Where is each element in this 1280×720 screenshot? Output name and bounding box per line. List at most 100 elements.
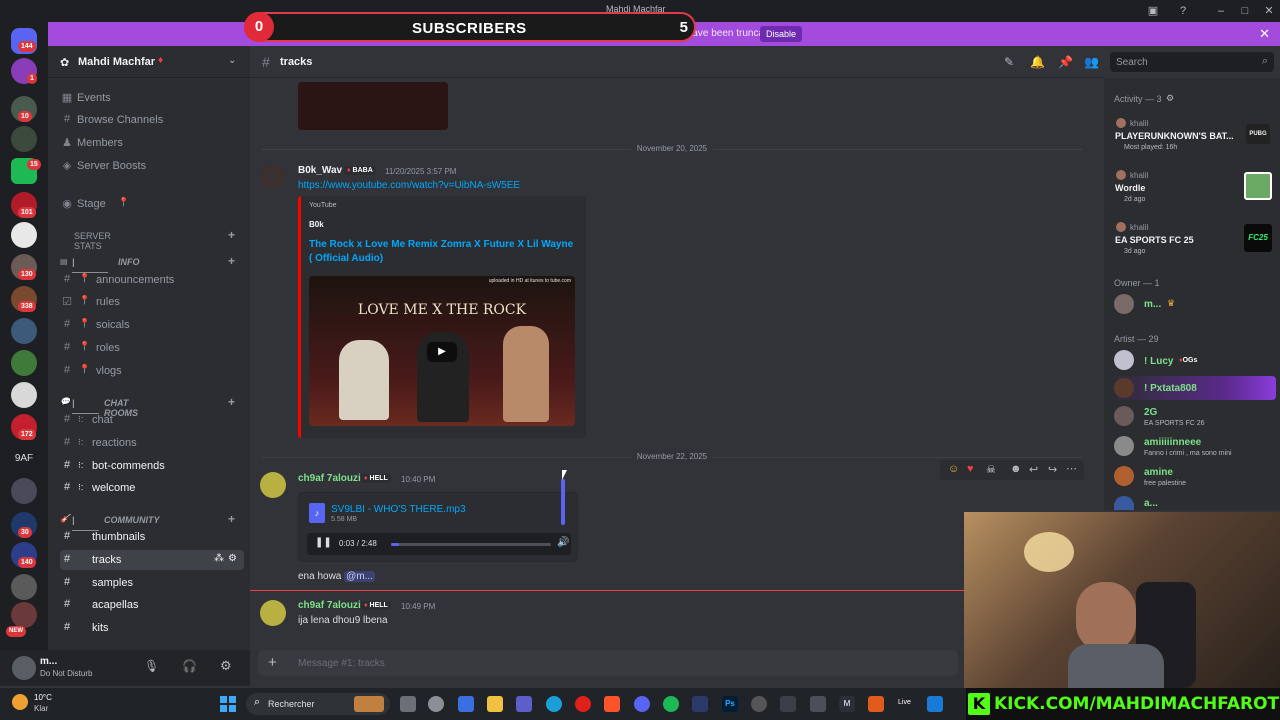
opera-browser-icon[interactable] (575, 696, 591, 712)
channel-vlogs[interactable]: # 📍 vlogs (60, 361, 244, 381)
avatar[interactable] (260, 164, 286, 190)
live-app-label[interactable]: Live (898, 699, 911, 706)
edge-browser-icon[interactable] (546, 696, 562, 712)
member-name[interactable]: m... (1144, 299, 1161, 310)
file-explorer-icon[interactable] (487, 696, 503, 712)
server-icon[interactable] (11, 478, 37, 504)
embed-title[interactable]: The Rock x Love Me Remix Zomra X Future … (309, 238, 579, 266)
server-icon[interactable] (11, 318, 37, 344)
search-input[interactable]: Search ⌕ (1110, 52, 1274, 72)
member-name[interactable]: 2G (1144, 407, 1157, 418)
microphone-icon[interactable]: 🎙 (144, 659, 159, 673)
nav-browse-channels[interactable]: # Browse Channels (60, 110, 244, 130)
member-name[interactable]: a... (1144, 498, 1158, 509)
nav-stage[interactable]: ◉ Stage 📍 (60, 194, 244, 214)
avatar[interactable] (1114, 294, 1134, 314)
add-channel-icon[interactable]: + (228, 254, 235, 268)
attach-plus-icon[interactable]: + (268, 654, 277, 671)
youtube-link[interactable]: https://www.youtube.com/watch?v=UibNA-sW… (298, 180, 520, 191)
nav-events[interactable]: ▦ Events (60, 88, 244, 108)
activity-card[interactable]: khalil EA SPORTS FC 25 3d ago FC25 (1110, 220, 1274, 264)
teams-app-icon[interactable] (516, 696, 532, 712)
more-options-icon[interactable]: ⋯ (1066, 462, 1077, 475)
volume-slider[interactable] (561, 479, 565, 525)
channel-chat[interactable]: # ⁝: chat (60, 410, 244, 430)
add-channel-icon[interactable]: + (228, 228, 235, 242)
emoji-reaction-icon[interactable]: ☺ (948, 463, 959, 475)
channel-tracks[interactable]: # tracks ⁂ ⚙ (60, 550, 244, 570)
reply-icon[interactable]: ↩ (1029, 463, 1038, 476)
discord-app-icon[interactable] (634, 696, 650, 712)
play-icon[interactable]: ▶ (427, 342, 457, 362)
message-author[interactable]: ch9af 7alouzi (298, 600, 361, 611)
app-icon[interactable] (780, 696, 796, 712)
close-banner-icon[interactable]: ✕ (1259, 26, 1270, 42)
member-name[interactable]: ! Pxtata808 (1144, 383, 1197, 394)
server-icon[interactable] (11, 574, 37, 600)
channel-samples[interactable]: # samples (60, 573, 244, 593)
settings-app-icon[interactable] (428, 696, 444, 712)
member-list-icon[interactable]: 👥 (1084, 55, 1099, 69)
weather-icon[interactable] (12, 694, 28, 710)
heart-reaction-icon[interactable]: ♥ (967, 463, 974, 475)
help-icon[interactable]: ? (1174, 3, 1192, 19)
channel-announcements[interactable]: # 📍 announcements (60, 270, 244, 290)
server-icon[interactable] (11, 222, 37, 248)
channel-bot-commends[interactable]: # ⁝: bot-commends (60, 456, 244, 476)
channel-welcome[interactable]: # ⁝: welcome (60, 478, 244, 498)
avatar[interactable] (1114, 436, 1134, 456)
previous-attachment-preview[interactable] (298, 82, 448, 130)
settings-gear-icon[interactable]: ⚙ (228, 553, 237, 564)
server-icon[interactable] (11, 126, 37, 152)
add-reaction-icon[interactable]: ☻ (1010, 463, 1022, 475)
activity-card[interactable]: khalil PLAYERUNKNOWN'S BAT... Most playe… (1110, 116, 1274, 160)
pinned-messages-icon[interactable]: 📌 (1058, 55, 1073, 69)
fl-studio-app-icon[interactable] (868, 696, 884, 712)
nav-server-boosts[interactable]: ◈ Server Boosts (60, 156, 244, 176)
forward-icon[interactable]: ↪ (1048, 463, 1057, 476)
user-mention[interactable]: @m... (344, 571, 375, 582)
avatar[interactable] (12, 656, 36, 680)
avatar[interactable] (1114, 466, 1134, 486)
user-settings-icon[interactable]: ⚙ (220, 658, 232, 674)
channel-roles[interactable]: # 📍 roles (60, 338, 244, 358)
activity-card[interactable]: khalil Wordle 2d ago (1110, 168, 1274, 212)
avatar[interactable] (1114, 350, 1134, 370)
task-view-icon[interactable] (400, 696, 416, 712)
app-icon[interactable] (927, 696, 943, 712)
avatar[interactable] (1114, 406, 1134, 426)
member-name[interactable]: amine (1144, 467, 1173, 478)
server-text-icon[interactable]: 9AF (11, 446, 37, 472)
channel-thumbnails[interactable]: # thumbnails (60, 527, 244, 547)
channel-reactions[interactable]: # ⁝: reactions (60, 433, 244, 453)
channel-acapellas[interactable]: # acapellas (60, 595, 244, 615)
message-author[interactable]: B0k_Wav (298, 165, 342, 176)
avatar[interactable] (260, 472, 286, 498)
skull-reaction-icon[interactable]: ☠ (986, 463, 996, 476)
message-author[interactable]: ch9af 7alouzi (298, 473, 361, 484)
member-name[interactable]: amiiiiinneee (1144, 437, 1201, 448)
windows-start-icon[interactable] (220, 696, 236, 712)
guild-header[interactable]: ✿ Mahdi Machfar ♦ ⌄ (48, 46, 250, 78)
app-icon[interactable] (751, 696, 767, 712)
pause-icon[interactable]: ❚❚ (315, 537, 332, 548)
copilot-app-icon[interactable] (458, 696, 474, 712)
disable-streamer-mode-button[interactable]: Disable (760, 26, 802, 42)
channel-rules[interactable]: ☑ 📍 rules (60, 292, 244, 312)
nav-members[interactable]: ♟ Members (60, 133, 244, 153)
message-composer[interactable]: + Message #1: tracks (258, 650, 958, 676)
activity-settings-icon[interactable]: ⚙ (1166, 93, 1174, 104)
channel-soicals[interactable]: # 📍 soicals (60, 315, 244, 335)
server-icon[interactable] (11, 382, 37, 408)
avatar[interactable] (1114, 378, 1134, 398)
taskbar-search[interactable]: ⌕ Rechercher (246, 693, 390, 715)
add-channel-icon[interactable]: + (228, 512, 235, 526)
minimize-button[interactable]: – (1212, 3, 1230, 19)
app-icon[interactable] (810, 696, 826, 712)
volume-icon[interactable]: 🔊 (557, 537, 569, 548)
photoshop-app-icon[interactable]: Ps (722, 696, 738, 712)
add-channel-icon[interactable]: + (228, 395, 235, 409)
invite-icon[interactable]: ⁂ (214, 553, 224, 564)
app-icon[interactable] (692, 696, 708, 712)
channel-kits[interactable]: # kits (60, 618, 244, 638)
